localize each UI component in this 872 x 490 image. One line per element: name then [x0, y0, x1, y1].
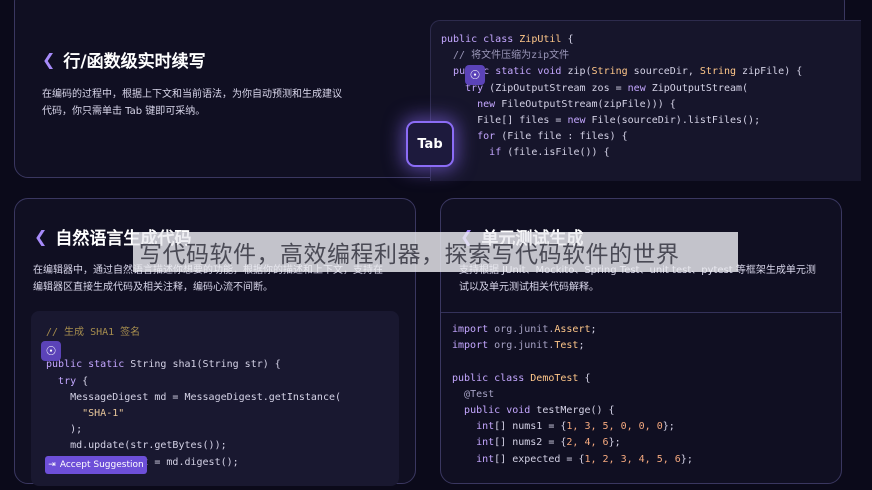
code-line: public class DemoTest { — [452, 372, 591, 384]
code-line: ); — [46, 424, 83, 436]
chevron-left-icon: ❮ — [34, 227, 48, 246]
code-line: md.update(str.getBytes()); — [46, 440, 227, 452]
code-line: new FileOutputStream(zipFile))) { — [477, 98, 676, 110]
code-line: int[] expected = {1, 2, 3, 4, 5, 6}; — [476, 453, 693, 465]
code-line: for (File file : files) { — [477, 131, 628, 143]
code-line: import org.junit.Assert; — [452, 324, 597, 335]
code-line: // 生成 SHA1 签名 — [46, 327, 141, 338]
ai-assistant-icon: ☉ — [465, 65, 485, 85]
code-line: int[] nums2 = {2, 4, 6}; — [476, 437, 621, 449]
ai-assistant-icon: ☉ — [41, 341, 61, 361]
nl-codegen-desc-line2: 编辑器区直接生成代码及相关注释，编码心流不间断。 — [33, 282, 273, 293]
tab-key-label: Tab — [417, 136, 443, 152]
watermark-text: 写代码软件，高效编程利器，探索写代码软件的世界 — [139, 242, 680, 268]
code-line: import org.junit.Test; — [452, 340, 585, 352]
accept-suggestion-button[interactable]: ⇥ Accept Suggestion — [45, 456, 147, 474]
code-line: "SHA-1" — [82, 408, 125, 420]
code-line: int[] nums1 = {1, 3, 5, 0, 0, 0}; — [476, 421, 675, 433]
card-divider — [441, 312, 841, 313]
tab-key-button[interactable]: Tab — [406, 121, 454, 167]
inline-completion-desc-line2: 代码，你只需单击 Tab 键即可采纳。 — [42, 106, 206, 117]
keyboard-icon: ⇥ — [48, 460, 56, 470]
code-line: public class ZipUtil { — [441, 34, 574, 45]
code-line: MessageDigest md = MessageDigest.getInst… — [46, 391, 342, 403]
inline-completion-desc: 在编码的过程中，根据上下文和当前语法，为你自动预测和生成建议 代码，你只需单击 … — [42, 86, 342, 120]
unit-test-code-block: import org.junit.Assert; import org.junit… — [452, 322, 693, 468]
code-line: public static void zip(String sourceDir,… — [453, 66, 803, 78]
accept-suggestion-label: Accept Suggestion — [59, 460, 144, 470]
inline-completion-title: ❮ 行/函数级实时续写 — [42, 47, 206, 72]
code-line: if (file.isFile()) { — [489, 147, 610, 159]
code-line: // 将文件压缩为zip文件 — [441, 50, 570, 62]
sha1-code-block: // 生成 SHA1 签名 public static String sha1(… — [46, 325, 341, 471]
code-line: public static String sha1(String str) { — [46, 359, 281, 371]
zip-code-block: public class ZipUtil { // 将文件压缩为zip文件 pu… — [441, 32, 802, 162]
code-line: File[] files = new File(sourceDir).listF… — [441, 115, 761, 127]
inline-completion-desc-line1: 在编码的过程中，根据上下文和当前语法，为你自动预测和生成建议 — [42, 89, 342, 100]
code-line: try { — [58, 375, 89, 387]
unit-test-desc-line2: 试以及单元测试相关代码解释。 — [459, 282, 599, 293]
chevron-left-icon: ❮ — [42, 50, 56, 69]
code-line: public void testMerge() { — [464, 405, 615, 417]
code-line: @Test — [464, 388, 495, 400]
watermark-banner: 写代码软件，高效编程利器，探索写代码软件的世界 — [133, 232, 738, 272]
code-line: try (ZipOutputStream zos = new ZipOutput… — [465, 82, 749, 94]
inline-completion-title-text: 行/函数级实时续写 — [63, 52, 206, 72]
